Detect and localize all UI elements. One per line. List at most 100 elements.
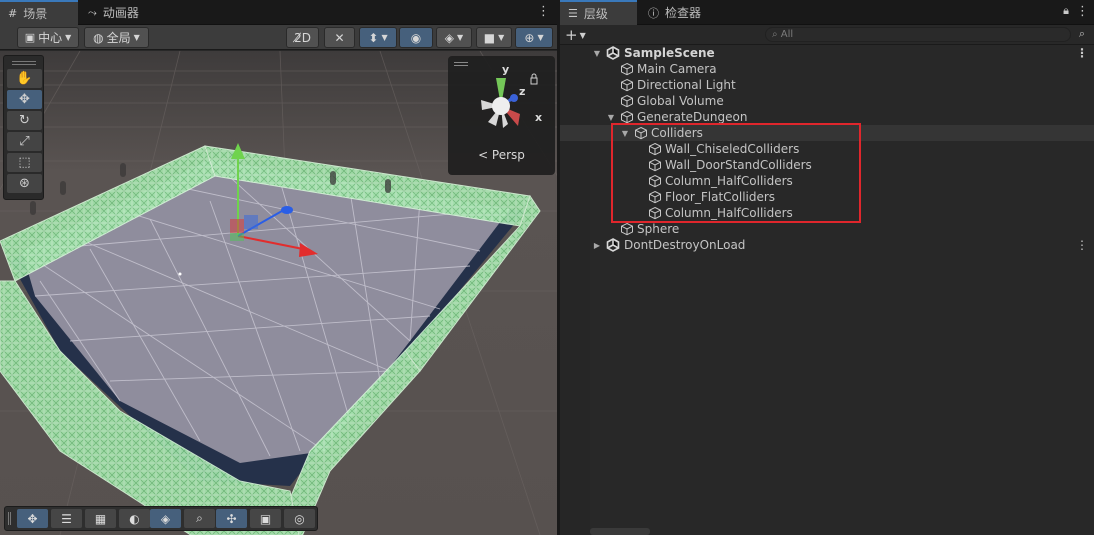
hand-icon: ✋ xyxy=(16,71,33,86)
layers-dropdown[interactable]: ◈ ▼ xyxy=(436,27,472,48)
effects-dropdown[interactable]: ⬍ ▼ xyxy=(359,27,397,48)
globe-icon: ◍ xyxy=(93,30,104,45)
expand-arrow-icon[interactable]: ▼ xyxy=(592,49,602,58)
search-icon: ⌕ xyxy=(196,511,203,525)
pivot-icon: ▣ xyxy=(24,31,36,44)
hierarchy-tabbar: ☰ 层级 ⓘ 检查器 🔒︎ ⋮ xyxy=(560,0,1094,25)
shading-icon: ◐ xyxy=(129,511,140,526)
tab-hierarchy-label: 层级 xyxy=(583,7,608,21)
gameobject-cube-icon xyxy=(621,110,633,124)
pivot-icon: ✣ xyxy=(226,511,237,526)
chevron-down-icon: ▼ xyxy=(381,33,388,42)
list-item-main-camera[interactable]: Main Camera xyxy=(560,61,1094,77)
tab-animator[interactable]: ⤳ 动画器 xyxy=(80,0,149,25)
space-label: 全局 xyxy=(106,31,131,45)
item-label: SampleScene xyxy=(624,46,715,60)
toggle-2d-button[interactable]: 2̸D xyxy=(286,27,319,48)
move-icon: ✥ xyxy=(19,92,30,107)
list-item-sphere[interactable]: Sphere xyxy=(560,221,1094,237)
overlay-layers-button[interactable]: ◈ xyxy=(150,509,181,528)
effects-icon: ⬍ xyxy=(368,30,379,45)
draw-mode-icon: 2̸D xyxy=(294,30,311,45)
chevron-down-icon: ▼ xyxy=(65,33,72,42)
horizontal-scrollbar[interactable] xyxy=(590,528,650,535)
palette-grip-handle[interactable] xyxy=(4,58,43,67)
gizmo-y-label: y xyxy=(502,63,510,76)
scene-menu-icon[interactable]: ⋮ xyxy=(1076,46,1088,60)
tab-scene[interactable]: # 场景 xyxy=(0,0,78,25)
gizmo-z-label: z xyxy=(519,85,526,98)
item-label: Sphere xyxy=(637,222,680,236)
item-label: Directional Light xyxy=(637,78,736,92)
chevron-down-icon: ▼ xyxy=(133,33,140,42)
orientation-gizmo[interactable]: y z x < Persp xyxy=(448,56,555,175)
chevron-down-icon: ▼ xyxy=(457,33,464,42)
layers-icon: ◈ xyxy=(444,30,455,45)
lock-icon[interactable]: 🔒︎ xyxy=(1060,4,1072,18)
camera-icon: ■ xyxy=(483,30,496,45)
space-dropdown[interactable]: ◍ 全局 ▼ xyxy=(84,27,149,48)
grid-icon: # xyxy=(8,7,18,20)
create-dropdown[interactable]: + ▼ xyxy=(565,25,586,45)
scene-menu-icon[interactable]: ⋮ xyxy=(1076,238,1088,252)
hierarchy-search-input[interactable]: ⌕ All xyxy=(765,27,1071,42)
overlay-grip-handle[interactable] xyxy=(8,512,11,525)
overlay-shading-button[interactable]: ◐ xyxy=(119,509,150,528)
overlay-move-button[interactable]: ✥ xyxy=(17,509,48,528)
tab-inspector[interactable]: ⓘ 检查器 xyxy=(640,0,711,25)
overlay-navigate-button[interactable]: ◎ xyxy=(284,509,315,528)
overlay-snap-button[interactable]: ☰ xyxy=(51,509,82,528)
hand-tool-button[interactable]: ✋ xyxy=(7,69,42,88)
overlay-pivot-button[interactable]: ✣ xyxy=(216,509,247,528)
search-options-button[interactable]: ⌕ xyxy=(1074,27,1090,42)
list-item-samplescene[interactable]: ▼ SampleScene ⋮ xyxy=(560,45,1094,61)
gizmo-x-label: x xyxy=(535,111,543,124)
eye-icon: ◉ xyxy=(410,30,422,45)
lighting-toggle-button[interactable]: ✕ xyxy=(324,27,355,48)
grid-snap-icon: ▦ xyxy=(94,511,107,526)
unity-scene-icon xyxy=(606,238,620,252)
move-tool-button[interactable]: ✥ xyxy=(7,90,42,109)
lighting-icon: ✕ xyxy=(334,30,345,45)
rotate-tool-button[interactable]: ↻ xyxy=(7,111,42,130)
snap-icon: ☰ xyxy=(61,511,72,526)
overlay-grid-button[interactable]: ▦ xyxy=(85,509,116,528)
chevron-down-icon: ▼ xyxy=(498,33,505,42)
pivot-label: 中心 xyxy=(38,31,63,45)
list-item-dont-destroy-on-load[interactable]: ▶ DontDestroyOnLoad ⋮ xyxy=(560,237,1094,253)
overlay-toolbar: ✥ ☰ ▦ ◐ ◈ ⌕ ✣ ▣ ◎ xyxy=(4,506,318,531)
scene-menu-icon[interactable]: ⋮ xyxy=(537,4,550,20)
list-item-global-volume[interactable]: Global Volume xyxy=(560,93,1094,109)
item-label: Global Volume xyxy=(637,94,724,108)
gameobject-cube-icon xyxy=(621,222,633,236)
hierarchy-menu-icon[interactable]: ⋮ xyxy=(1076,4,1089,20)
animator-icon: ⤳ xyxy=(88,5,97,19)
tab-inspector-label: 检查器 xyxy=(665,6,702,20)
rect-tool-button[interactable]: ⬚ xyxy=(7,153,42,172)
overlay-camera-button[interactable]: ▣ xyxy=(250,509,281,528)
transform-tool-button[interactable]: ⊛ xyxy=(7,174,42,193)
visibility-toggle-button[interactable]: ◉ xyxy=(399,27,433,48)
gameobject-cube-icon xyxy=(621,78,633,92)
layers-icon: ◈ xyxy=(160,511,171,526)
scene-tabbar: # 场景 ⤳ 动画器 ⋮ xyxy=(0,0,557,25)
scene-viewport[interactable]: ✋ ✥ ↻ ⤢ ⬚ ⊛ y z x < Persp ✥ ☰ ▦ ◐ ◈ ⌕ ✣ … xyxy=(0,51,557,535)
rotate-icon: ↻ xyxy=(19,113,30,128)
gizmos-dropdown[interactable]: ⊕ ▼ xyxy=(515,27,553,48)
camera-dropdown[interactable]: ■ ▼ xyxy=(476,27,512,48)
projection-toggle[interactable]: < Persp xyxy=(448,148,555,162)
tab-scene-label: 场景 xyxy=(23,7,48,21)
pivot-dropdown[interactable]: ▣ 中心 ▼ xyxy=(17,27,79,48)
expand-arrow-icon[interactable]: ▼ xyxy=(606,113,616,122)
scene-toolbar: ▣ 中心 ▼ ◍ 全局 ▼ 2̸D ✕ ⬍ ▼ ◉ ◈ ▼ ■ ▼ ⊕ ▼ xyxy=(0,25,557,50)
gameobject-cube-icon xyxy=(621,94,633,108)
scene-panel: # 场景 ⤳ 动画器 ⋮ ▣ 中心 ▼ ◍ 全局 ▼ 2̸D ✕ ⬍ ▼ ◉ ◈ ▼… xyxy=(0,0,557,535)
scale-tool-button[interactable]: ⤢ xyxy=(7,132,42,151)
search-filter-icon: ⌕ xyxy=(1078,27,1086,40)
list-item-directional-light[interactable]: Directional Light xyxy=(560,77,1094,93)
overlay-search-button[interactable]: ⌕ xyxy=(184,509,215,528)
collapse-arrow-icon[interactable]: ▶ xyxy=(592,241,602,250)
highlight-annotation-box xyxy=(611,123,861,223)
scale-icon: ⤢ xyxy=(19,134,30,149)
tab-hierarchy[interactable]: ☰ 层级 xyxy=(560,0,637,25)
